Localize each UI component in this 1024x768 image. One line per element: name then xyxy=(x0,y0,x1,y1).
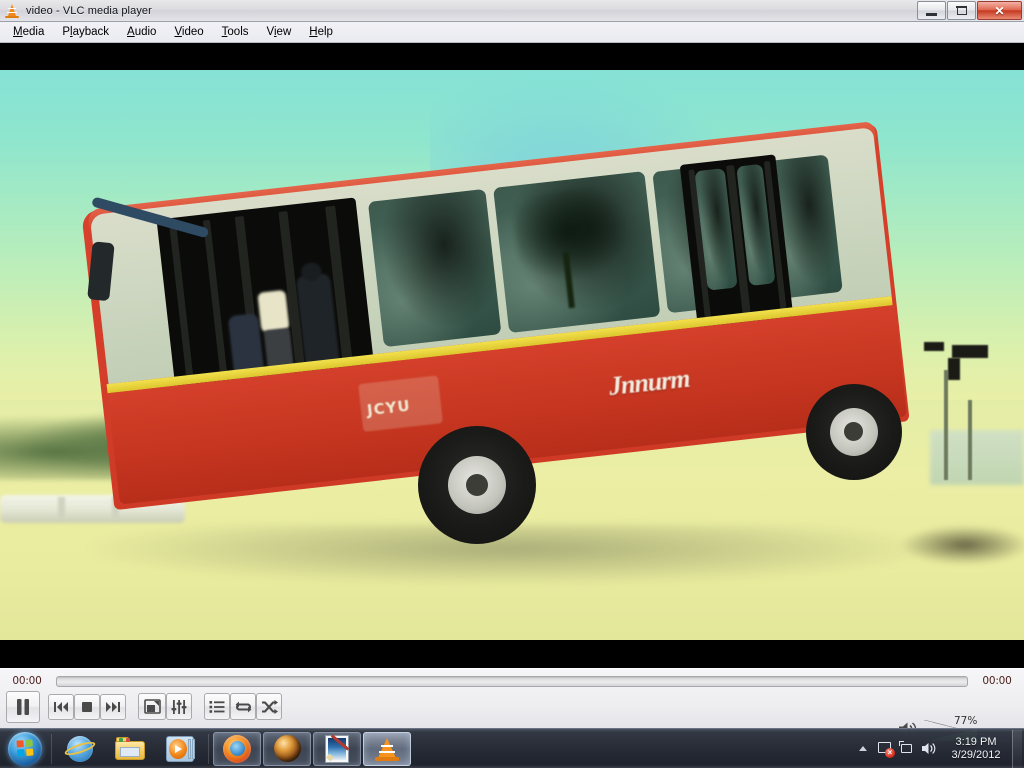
background-pole-1 xyxy=(944,370,948,480)
next-button[interactable] xyxy=(100,694,126,720)
volume-tray-icon[interactable] xyxy=(918,737,940,761)
next-icon xyxy=(106,702,120,712)
fullscreen-button[interactable] xyxy=(138,693,166,720)
window-title: video - VLC media player xyxy=(26,4,152,17)
window-tree-reflection xyxy=(512,182,638,288)
stop-button[interactable] xyxy=(74,694,100,720)
equalizer-icon xyxy=(171,699,187,714)
loop-icon xyxy=(235,701,251,712)
play-pause-button[interactable] xyxy=(6,691,40,723)
action-center-alert-badge: × xyxy=(885,748,895,758)
vlc-cone-icon xyxy=(4,3,20,19)
bus-vehicle: JCYU Jnnurm xyxy=(81,121,928,580)
start-button[interactable] xyxy=(2,730,48,768)
chevron-up-icon xyxy=(859,745,867,751)
fullscreen-icon xyxy=(143,699,161,714)
action-center-icon[interactable]: × xyxy=(874,737,896,761)
bus-front-hub xyxy=(466,474,488,496)
video-display-area[interactable]: JCYU Jnnurm xyxy=(0,43,1024,668)
background-sign-1 xyxy=(952,345,988,358)
system-tray: × 3:19 PM 3/29/2012 xyxy=(852,729,1024,768)
minimize-button[interactable] xyxy=(917,1,946,20)
elapsed-time: 00:00 xyxy=(12,675,42,687)
menu-tools[interactable]: Tools xyxy=(213,23,258,41)
taskbar-divider xyxy=(51,733,52,764)
maximize-button[interactable] xyxy=(947,1,976,20)
total-time: 00:00 xyxy=(982,675,1012,687)
playlist-button[interactable] xyxy=(204,693,230,720)
taskbar-browser[interactable] xyxy=(263,731,311,766)
previous-icon xyxy=(54,702,68,712)
background-sign-2 xyxy=(948,358,960,380)
loop-button[interactable] xyxy=(230,693,256,720)
previous-button[interactable] xyxy=(48,694,74,720)
seek-row: 00:00 00:00 xyxy=(0,673,1024,689)
paint-icon xyxy=(325,733,350,763)
menu-video[interactable]: Video xyxy=(165,23,212,41)
pause-icon xyxy=(17,699,29,715)
shuffle-button[interactable] xyxy=(256,693,282,720)
shuffle-icon xyxy=(261,699,278,714)
extended-settings-button[interactable] xyxy=(166,693,192,720)
bus-window-1 xyxy=(367,188,502,348)
internet-explorer-icon xyxy=(63,735,97,762)
menu-audio[interactable]: Audio xyxy=(118,23,165,41)
foreground-dark-patch xyxy=(900,525,1024,565)
network-icon[interactable] xyxy=(896,737,918,761)
seek-slider[interactable] xyxy=(56,675,968,687)
window-controls: ✕ xyxy=(916,1,1022,20)
taskbar-internet-explorer[interactable] xyxy=(56,732,104,766)
windows-logo-icon xyxy=(8,731,42,766)
title-bar: video - VLC media player ✕ xyxy=(0,0,1024,22)
media-player-icon xyxy=(166,735,195,762)
transport-buttons: 77% xyxy=(0,691,1024,742)
taskbar-firefox[interactable] xyxy=(213,731,261,766)
clock-time: 3:19 PM xyxy=(955,735,997,748)
taskbar-vlc[interactable] xyxy=(363,731,411,766)
browser-globe-icon xyxy=(273,735,301,762)
close-button[interactable]: ✕ xyxy=(977,1,1022,20)
clock-date: 3/29/2012 xyxy=(951,748,1001,761)
folder-icon xyxy=(115,736,145,761)
minimize-icon xyxy=(926,12,937,16)
taskbar-media-player[interactable] xyxy=(156,732,204,766)
show-desktop-button[interactable] xyxy=(1012,729,1022,768)
close-icon: ✕ xyxy=(994,3,1005,18)
menu-playback[interactable]: Playback xyxy=(53,23,118,41)
playlist-icon xyxy=(209,700,225,713)
vlc-taskbar-icon xyxy=(374,736,400,762)
menu-media[interactable]: Media xyxy=(4,23,53,41)
taskbar-paint[interactable] xyxy=(313,731,361,766)
firefox-icon xyxy=(223,734,251,763)
stop-icon xyxy=(82,702,92,712)
tray-overflow-button[interactable] xyxy=(852,737,874,761)
taskbar-windows-explorer[interactable] xyxy=(106,732,154,766)
passenger-2-shirt xyxy=(257,289,290,333)
player-control-bar: 00:00 00:00 77% xyxy=(0,668,1024,742)
volume-percent-label: 77% xyxy=(954,715,978,727)
taskbar-divider-2 xyxy=(208,733,209,764)
bus-window-2 xyxy=(493,171,661,334)
windows-taskbar: × 3:19 PM 3/29/2012 xyxy=(0,728,1024,768)
maximize-icon xyxy=(956,5,967,15)
bus-rear-hub xyxy=(844,422,863,441)
vlc-media-player-window: video - VLC media player ✕ Media Playbac… xyxy=(0,0,1024,768)
menu-bar: Media Playback Audio Video Tools View He… xyxy=(0,22,1024,43)
menu-help[interactable]: Help xyxy=(300,23,342,41)
video-frame: JCYU Jnnurm xyxy=(0,70,1024,640)
background-pole-2 xyxy=(968,400,972,480)
taskbar-clock[interactable]: 3:19 PM 3/29/2012 xyxy=(940,736,1012,762)
menu-view[interactable]: View xyxy=(258,23,301,41)
